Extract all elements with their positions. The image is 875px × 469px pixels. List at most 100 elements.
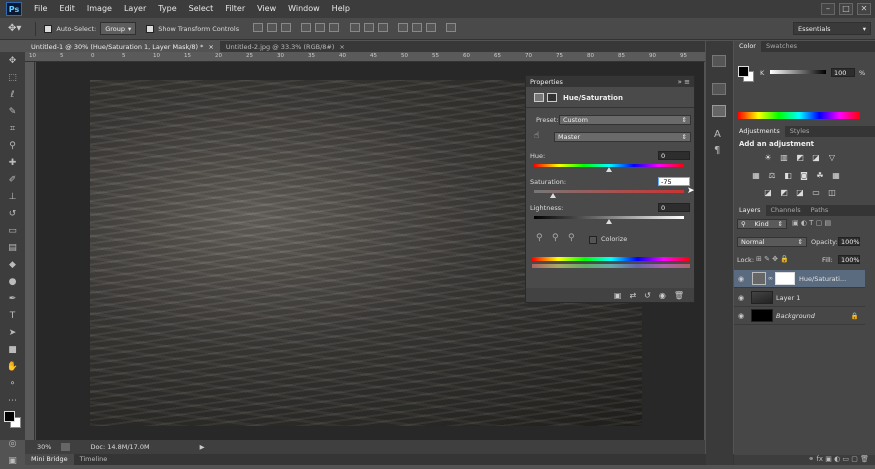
eraser-tool-icon[interactable]: ▭	[0, 222, 25, 239]
eyedropper-icon[interactable]: ⚲	[536, 233, 543, 243]
photo-filter-icon[interactable]: ◙	[798, 171, 810, 180]
workspace-dropdown[interactable]: Essentials ▾	[793, 22, 871, 35]
brush-tool-icon[interactable]: ✐	[0, 171, 25, 188]
posterize-icon[interactable]: ◩	[778, 188, 790, 197]
tab-mini-bridge[interactable]: Mini Bridge	[25, 454, 74, 465]
menu-filter[interactable]: Filter	[219, 0, 251, 18]
layer-row-hue-saturation[interactable]: ◉ ∞ Hue/Saturati...	[734, 270, 865, 288]
horizontal-ruler[interactable]: 10 5 0 5 10 15 20 25 30 35 40 45 50 55 60 65 70 75 80 85 90 9…	[25, 52, 705, 62]
panel-menu-icon[interactable]: » ≡	[678, 78, 690, 86]
visibility-eye-icon[interactable]: ◉	[734, 294, 748, 302]
hue-value-field[interactable]: 0	[658, 151, 690, 160]
lightness-slider-thumb[interactable]	[606, 219, 612, 224]
clip-to-layer-icon[interactable]: ▣	[614, 291, 622, 300]
visibility-eye-icon[interactable]: ◉	[659, 291, 666, 300]
layer-mask-icon[interactable]	[547, 93, 557, 102]
k-value-field[interactable]: 100	[831, 68, 855, 77]
clone-stamp-tool-icon[interactable]: ⊥	[0, 188, 25, 205]
paragraph-icon[interactable]: ¶	[714, 145, 720, 156]
status-arrow-icon[interactable]: ▶	[200, 443, 205, 451]
saturation-slider-thumb[interactable]	[549, 193, 556, 198]
menu-edit[interactable]: Edit	[53, 0, 81, 18]
close-tab-icon[interactable]: ×	[339, 43, 344, 51]
tab-channels[interactable]: Channels	[766, 205, 806, 216]
saturation-value-field[interactable]: -75	[658, 177, 690, 186]
layer-name[interactable]: Layer 1	[776, 294, 800, 302]
path-select-tool-icon[interactable]: ➤	[0, 324, 25, 341]
layer-thumbnail[interactable]	[751, 291, 773, 304]
menu-type[interactable]: Type	[152, 0, 182, 18]
fg-color-chip[interactable]	[738, 66, 749, 77]
auto-select-dropdown[interactable]: Group ▾	[100, 22, 137, 35]
type-tool-icon[interactable]: T	[0, 307, 25, 324]
brightness-icon[interactable]: ☀	[762, 153, 774, 162]
hand-tool-icon[interactable]: ✋	[0, 358, 25, 375]
distribute-right-icon[interactable]	[425, 23, 436, 32]
screen-mode-icon[interactable]: ▣	[0, 452, 25, 469]
healing-brush-tool-icon[interactable]: ✚	[0, 154, 25, 171]
menu-window[interactable]: Window	[282, 0, 326, 18]
align-left-icon[interactable]	[301, 23, 312, 32]
gradient-tool-icon[interactable]: ▤	[0, 239, 25, 256]
show-transform-checkbox[interactable]	[146, 24, 155, 33]
auto-align-icon[interactable]	[446, 23, 457, 32]
menu-layer[interactable]: Layer	[118, 0, 152, 18]
tab-color[interactable]: Color	[734, 41, 761, 52]
vibrance-icon[interactable]: ▽	[826, 153, 838, 162]
hue-slider-thumb[interactable]	[606, 167, 612, 172]
opacity-field[interactable]: 100%	[838, 237, 860, 246]
dodge-tool-icon[interactable]: ●	[0, 273, 25, 290]
character-icon[interactable]: A	[714, 129, 721, 140]
menu-image[interactable]: Image	[81, 0, 118, 18]
distribute-left-icon[interactable]	[397, 23, 408, 32]
history-brush-tool-icon[interactable]: ↺	[0, 205, 25, 222]
menu-select[interactable]: Select	[183, 0, 220, 18]
color-balance-icon[interactable]: ⚖	[766, 171, 778, 180]
menu-help[interactable]: Help	[326, 0, 356, 18]
color-swatches[interactable]	[0, 411, 25, 435]
blur-tool-icon[interactable]: ◆	[0, 256, 25, 273]
tab-timeline[interactable]: Timeline	[74, 454, 114, 465]
close-window-button[interactable]: ✕	[857, 3, 871, 15]
tab-layers[interactable]: Layers	[734, 205, 766, 216]
tab-swatches[interactable]: Swatches	[761, 41, 802, 52]
properties-icon[interactable]	[712, 105, 726, 117]
align-top-icon[interactable]	[253, 23, 264, 32]
tab-untitled-2[interactable]: Untitled-2.jpg @ 33.3% (RGB/8#) ×	[220, 41, 351, 52]
tab-paths[interactable]: Paths	[806, 205, 834, 216]
layer-row-layer-1[interactable]: ◉ Layer 1	[734, 289, 865, 307]
layer-kind-filter[interactable]: ⚲ Kind ⇕	[737, 219, 787, 229]
history-icon[interactable]	[712, 55, 726, 67]
invert-icon[interactable]: ◪	[762, 188, 774, 197]
tab-styles[interactable]: Styles	[785, 126, 815, 137]
layer-thumbnail[interactable]	[751, 309, 773, 322]
layer-row-background[interactable]: ◉ Background 🔒	[734, 307, 865, 325]
close-tab-icon[interactable]: ×	[208, 43, 213, 51]
fill-field[interactable]: 100%	[838, 255, 860, 264]
levels-icon[interactable]: ▥	[778, 153, 790, 162]
layer-mask-thumbnail[interactable]	[775, 272, 795, 285]
channel-dropdown[interactable]: Master ⇕	[554, 132, 691, 142]
move-tool-icon[interactable]: ✥▾	[8, 23, 21, 34]
channel-mixer-icon[interactable]: ☘	[814, 171, 826, 180]
align-middle-icon[interactable]	[267, 23, 278, 32]
k-slider[interactable]	[770, 70, 826, 74]
move-tool-icon[interactable]: ✥	[0, 52, 25, 69]
targeted-adjustment-icon[interactable]: ☝	[534, 131, 539, 141]
visibility-eye-icon[interactable]: ◉	[734, 312, 748, 320]
layer-name[interactable]: Hue/Saturati...	[799, 275, 846, 283]
preset-dropdown[interactable]: Custom ⇕	[559, 115, 691, 125]
distribute-center-icon[interactable]	[411, 23, 422, 32]
zoom-tool-icon[interactable]: ⚬	[0, 375, 25, 392]
foreground-color-swatch[interactable]	[4, 411, 15, 422]
vertical-ruler[interactable]	[25, 62, 35, 440]
eyedropper-minus-icon[interactable]: ⚲	[568, 233, 575, 243]
align-right-icon[interactable]	[329, 23, 340, 32]
eyedropper-plus-icon[interactable]: ⚲	[552, 233, 559, 243]
marquee-tool-icon[interactable]: ⬚	[0, 69, 25, 86]
curves-icon[interactable]: ◩	[794, 153, 806, 162]
distribute-bottom-icon[interactable]	[377, 23, 388, 32]
blend-mode-dropdown[interactable]: Normal ⇕	[737, 237, 807, 247]
align-center-icon[interactable]	[315, 23, 326, 32]
quick-mask-icon[interactable]: ◎	[0, 435, 25, 452]
